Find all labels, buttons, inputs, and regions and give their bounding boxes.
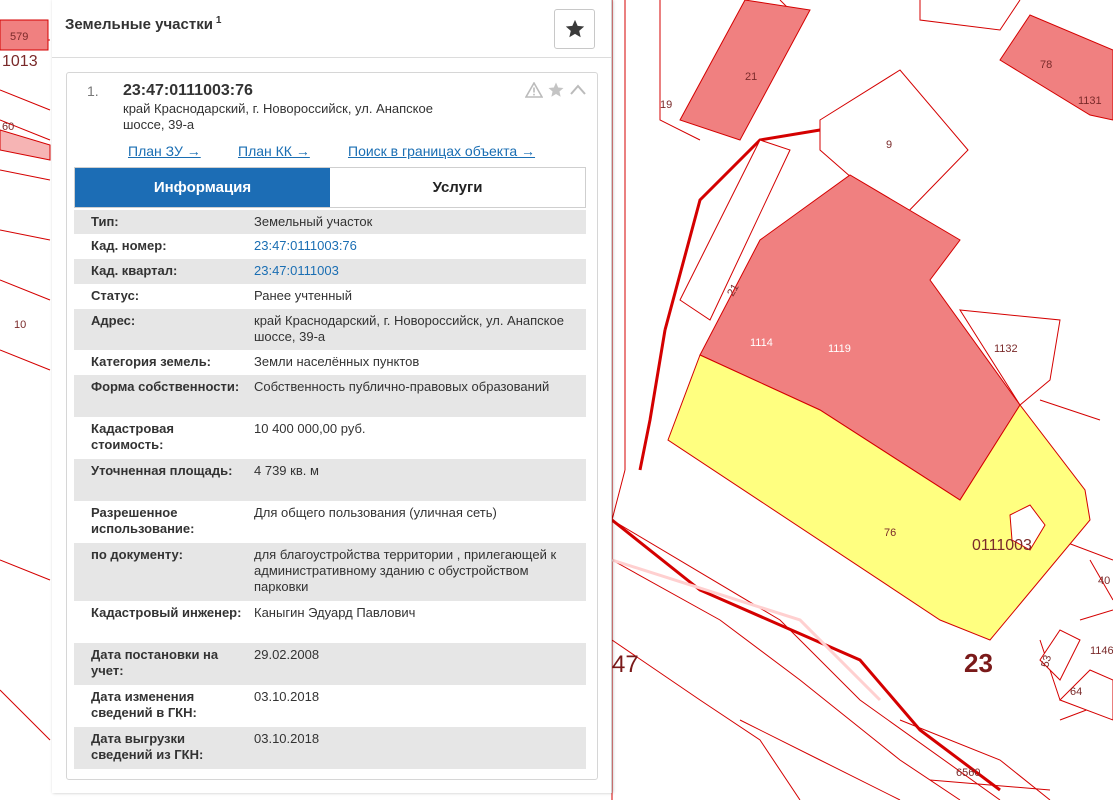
map-label-1114: 1114: [750, 337, 773, 349]
map-label-64: 64: [1070, 686, 1082, 698]
map-label-21a: 21: [745, 71, 757, 83]
cadastral-number-title[interactable]: 23:47:0111003:76: [123, 82, 253, 100]
tab-information[interactable]: Информация: [75, 168, 330, 207]
info-table: Тип: Земельный участок Кад. номер: 23:47…: [74, 210, 586, 769]
info-value: 29.02.2008: [254, 647, 320, 662]
warning-icon[interactable]: [525, 82, 543, 98]
info-value: 10 400 000,00 руб.: [254, 421, 366, 436]
info-row-cad-quarter: Кад. квартал: 23:47:0111003: [74, 259, 586, 284]
info-row-area: Уточненная площадь: 4 739 кв. м: [74, 459, 586, 501]
info-row-change-date: Дата изменения сведений в ГКН: 03.10.201…: [74, 685, 586, 727]
info-value: 4 739 кв. м: [254, 463, 319, 478]
info-label: Разрешенное использование:: [91, 505, 195, 536]
info-label: по документу:: [91, 547, 183, 562]
item-number: 1.: [87, 83, 99, 99]
info-row-export-date: Дата выгрузки сведений из ГКН: 03.10.201…: [74, 727, 586, 769]
land-plots-panel: Земельные участки 1 1. 23:47:0111003:76 к…: [52, 0, 612, 793]
info-row-cadastral-value: Кадастровая стоимость: 10 400 000,00 руб…: [74, 417, 586, 459]
info-row-address: Адрес: край Краснодарский, г. Новороссий…: [74, 309, 586, 350]
favorites-button[interactable]: [554, 9, 595, 49]
info-row-status: Статус: Ранее учтенный: [74, 284, 586, 309]
info-value: Каныгин Эдуард Павлович: [254, 605, 416, 620]
map-label-60: 60: [2, 121, 14, 133]
info-row-permitted-use: Разрешенное использование: Для общего по…: [74, 501, 586, 543]
info-label: Кад. номер:: [91, 238, 167, 253]
info-label: Тип:: [91, 214, 119, 229]
info-value: Для общего пользования (уличная сеть): [254, 505, 497, 520]
tab-services[interactable]: Услуги: [330, 168, 585, 207]
info-label: Уточненная площадь:: [91, 463, 233, 478]
plan-kk-link[interactable]: План КК →: [238, 143, 310, 159]
map-label-9: 9: [886, 139, 892, 151]
info-label: Дата постановки на учет:: [91, 647, 219, 678]
map-label-1146: 1146: [1090, 645, 1113, 657]
map-label-76: 76: [884, 527, 896, 539]
info-value: Земельный участок: [254, 214, 373, 229]
info-row-cad-number: Кад. номер: 23:47:0111003:76: [74, 234, 586, 259]
info-label: Форма собственности:: [91, 379, 240, 394]
info-value: Земли населённых пунктов: [254, 354, 420, 369]
card-tabs: Информация Услуги: [74, 167, 586, 208]
panel-title: Земельные участки 1: [65, 15, 221, 33]
chevron-up-icon[interactable]: [569, 82, 587, 98]
info-value-link[interactable]: 23:47:0111003:76: [244, 234, 586, 259]
map-label-47: 47: [612, 651, 639, 678]
info-label: Дата изменения сведений в ГКН:: [91, 689, 197, 720]
map-label-0111003: 0111003: [972, 537, 1032, 554]
map-label-1132: 1132: [994, 343, 1018, 355]
map-label-1013: 1013: [2, 53, 38, 70]
map-label-10: 10: [14, 319, 26, 331]
map-label-6560: 6560: [956, 767, 980, 779]
info-label: Дата выгрузки сведений из ГКН:: [91, 731, 204, 762]
search-in-bounds-link[interactable]: Поиск в границах объекта →: [348, 143, 535, 159]
info-row-ownership: Форма собственности: Собственность публи…: [74, 375, 586, 417]
map-label-1131: 1131: [1078, 95, 1102, 107]
info-label: Кад. квартал:: [91, 263, 178, 278]
map-label-78: 78: [1040, 59, 1052, 71]
star-icon[interactable]: [547, 81, 565, 99]
card-actions: [525, 81, 587, 99]
map-label-19: 19: [660, 99, 672, 111]
info-value: Ранее учтенный: [254, 288, 352, 303]
map-label-1119: 1119: [828, 343, 851, 355]
map-label-579: 579: [10, 31, 28, 43]
info-value: 03.10.2018: [254, 731, 320, 746]
info-label: Кадастровая стоимость:: [91, 421, 174, 452]
info-row-category: Категория земель: Земли населённых пункт…: [74, 350, 586, 375]
parcel-card: 1. 23:47:0111003:76 край Краснодарский, …: [66, 72, 598, 780]
info-row-by-document: по документу: для благоустройства террит…: [74, 543, 586, 601]
info-value: 03.10.2018: [254, 689, 320, 704]
plan-zu-link[interactable]: План ЗУ →: [128, 143, 201, 159]
info-label: Кадастровый инженер:: [91, 605, 242, 620]
star-icon: [565, 19, 584, 38]
info-value: край Краснодарский, г. Новороссийск, ул.…: [254, 313, 564, 344]
info-label: Статус:: [91, 288, 140, 303]
info-value: Собственность публично-правовых образова…: [254, 379, 550, 394]
map-label-23: 23: [964, 648, 993, 678]
info-row-engineer: Кадастровый инженер: Каныгин Эдуард Павл…: [74, 601, 586, 643]
panel-header: Земельные участки 1: [52, 0, 611, 58]
info-label: Категория земель:: [91, 354, 212, 369]
map-label-40: 40: [1098, 575, 1110, 587]
panel-title-count: 1: [215, 15, 222, 26]
parcel-address: край Краснодарский, г. Новороссийск, ул.…: [123, 101, 433, 132]
info-row-registration-date: Дата постановки на учет: 29.02.2008: [74, 643, 586, 685]
info-label: Адрес:: [91, 313, 136, 328]
panel-title-text: Земельные участки: [65, 16, 213, 33]
info-row-type: Тип: Земельный участок: [74, 210, 586, 234]
info-value: для благоустройства территории , прилега…: [254, 547, 557, 594]
info-value-link[interactable]: 23:47:0111003: [244, 259, 586, 284]
